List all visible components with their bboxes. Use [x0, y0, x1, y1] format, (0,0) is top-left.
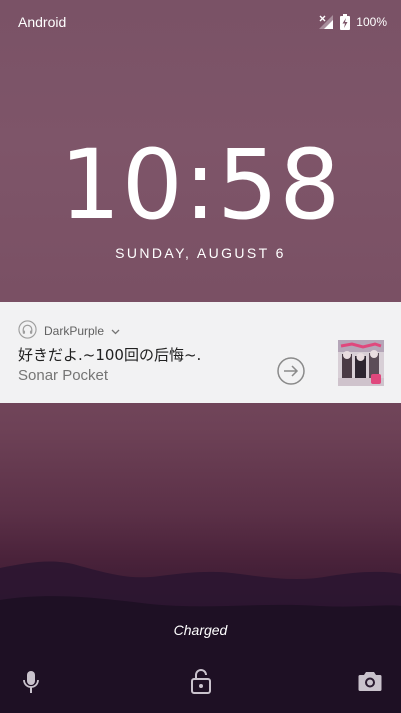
notification-title: 好きだよ.~100回の后悔~. — [18, 346, 202, 364]
lockscreen-date: SUNDAY, AUGUST 6 — [115, 245, 286, 261]
carrier-label: Android — [18, 14, 67, 30]
notification-header[interactable]: DarkPurple — [18, 320, 120, 342]
lock-icon[interactable] — [191, 668, 211, 699]
status-bar: Android 100% — [0, 0, 401, 44]
album-art — [338, 340, 384, 386]
signal-no-service-icon — [318, 14, 334, 30]
lockscreen-clock: 10:58 — [59, 129, 342, 241]
notification-text: Sonar Pocket — [18, 367, 109, 384]
microphone-icon[interactable] — [22, 670, 40, 699]
battery-charging-icon — [340, 14, 351, 30]
arrow-right-circle-icon[interactable] — [276, 356, 306, 391]
headphones-icon — [18, 320, 37, 342]
chevron-down-icon[interactable] — [111, 324, 120, 338]
notification-app-name: DarkPurple — [44, 324, 105, 338]
battery-percent: 100% — [356, 15, 387, 29]
charging-status: Charged — [173, 622, 228, 638]
camera-icon[interactable] — [358, 670, 382, 697]
